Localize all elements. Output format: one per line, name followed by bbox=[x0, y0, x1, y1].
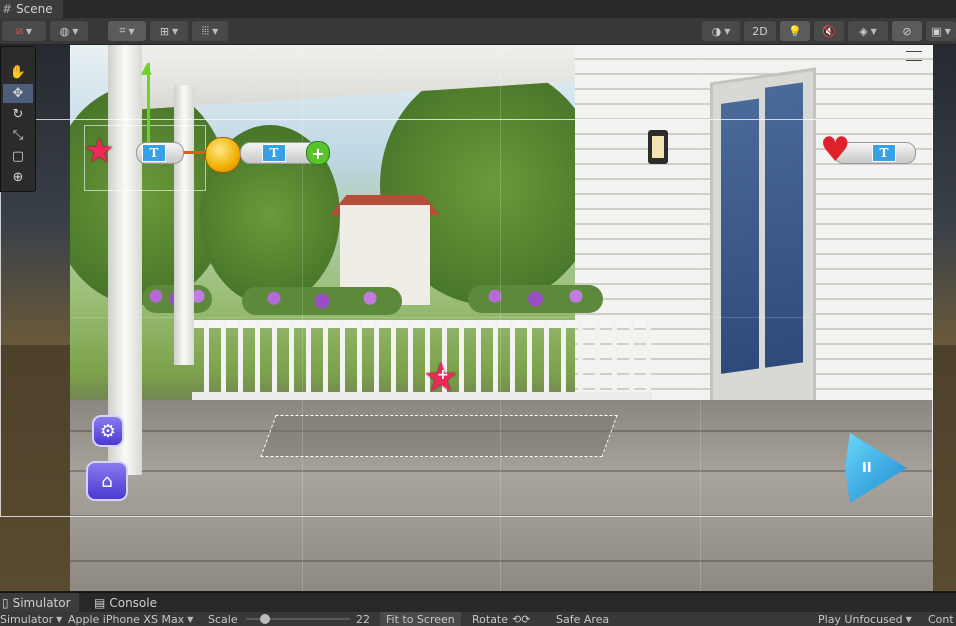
toggle-2d-label: 2D bbox=[752, 24, 768, 38]
transform-tool[interactable]: ⊕ bbox=[3, 168, 33, 187]
ruler-icon: ⦙⦙⦙ bbox=[201, 24, 210, 37]
scale-slider[interactable] bbox=[246, 612, 350, 626]
audio-toggle[interactable]: 🔇 bbox=[814, 21, 844, 41]
hand-tool[interactable]: ✋ bbox=[3, 63, 33, 82]
tab-console-label: Console bbox=[109, 596, 157, 610]
grid-snap-icon: ⌗ bbox=[119, 24, 126, 37]
audio-mute-icon: 🔇 bbox=[822, 24, 836, 38]
hidden-eye-icon: ⊘ bbox=[902, 24, 912, 38]
scale-label-text: Scale bbox=[208, 612, 238, 626]
editor-tab-bar: # Scene bbox=[0, 0, 956, 19]
tool-palette: ✋ ✥ ↻ ⤡ ▢ ⊕ bbox=[0, 46, 36, 192]
rotate-label: Rotate bbox=[472, 612, 509, 626]
control-label: Cont bbox=[928, 612, 954, 626]
home-icon: ⌂ bbox=[101, 470, 113, 492]
camera-icon: ▣ bbox=[931, 24, 942, 38]
effects-dropdown[interactable]: ◈ ▼ bbox=[848, 21, 888, 41]
safe-area-toggle[interactable]: Safe Area bbox=[556, 612, 609, 626]
transform-icon: ⊕ bbox=[12, 170, 24, 185]
settings-button[interactable]: ⚙ bbox=[92, 415, 124, 447]
tab-console[interactable]: ▤ Console bbox=[94, 593, 157, 613]
layers-icon: ◈ bbox=[859, 24, 868, 38]
hash-icon: # bbox=[2, 2, 13, 16]
visibility-toggle[interactable]: ⊘ bbox=[892, 21, 922, 41]
rotate-tool[interactable]: ↻ bbox=[3, 105, 33, 124]
render-mode-dropdown[interactable]: ◑ ▼ bbox=[702, 21, 740, 41]
move-tool[interactable]: ✥ bbox=[3, 84, 33, 103]
add-star-plus-icon: + bbox=[437, 367, 449, 383]
simulator-mode-dropdown[interactable]: Simulator ▼ bbox=[0, 612, 62, 626]
rect-tool[interactable]: ▢ bbox=[3, 147, 33, 166]
lighting-toggle[interactable]: 💡 bbox=[780, 21, 810, 41]
heart-icon: ♥ bbox=[820, 130, 851, 170]
scale-label: Scale bbox=[208, 612, 238, 626]
toggle-2d-button[interactable]: 2D bbox=[744, 21, 776, 41]
lightbulb-icon: 💡 bbox=[788, 24, 802, 38]
bottom-tab-bar: ▯ Simulator ▤ Console bbox=[0, 592, 956, 613]
scale-slider-handle[interactable] bbox=[260, 614, 270, 624]
control-dropdown[interactable]: Cont bbox=[928, 612, 954, 626]
draw-mode-dropdown[interactable]: ⧄ ▼ bbox=[2, 21, 46, 41]
scale-tool[interactable]: ⤡ bbox=[3, 126, 33, 145]
tab-simulator[interactable]: ▯ Simulator bbox=[0, 593, 79, 613]
rotate-button[interactable]: Rotate ⟲ ⟳ bbox=[472, 612, 530, 626]
grid-snap-dropdown[interactable]: ⌗ ▼ bbox=[108, 21, 146, 41]
ruler-dropdown[interactable]: ⦙⦙⦙ ▼ bbox=[192, 21, 228, 41]
circle-shading-icon: ◑ bbox=[711, 24, 722, 38]
overlay-menu-icon[interactable] bbox=[906, 51, 922, 61]
scene-viewport[interactable]: ★ ▲ ▶ T T + ♥ T ★ + ⚙ ⌂ II bbox=[0, 45, 956, 591]
tab-simulator-label: Simulator bbox=[12, 596, 71, 610]
star-counter-text[interactable]: T bbox=[142, 144, 166, 162]
tab-scene[interactable]: # Scene bbox=[0, 0, 63, 18]
home-button[interactable]: ⌂ bbox=[86, 461, 128, 501]
scene-toolbar: ⧄ ▼ ◍ ▼ ⌗ ▼ ⊞ ▼ ⦙⦙⦙ ▼ ◑ ▼ 2D 💡 🔇 ◈ ▼ ⊘ ▣ ▼ bbox=[0, 18, 956, 45]
simulator-toolbar: Simulator ▼ Apple iPhone XS Max ▼ Scale 22… bbox=[0, 612, 956, 626]
rotate-right-icon: ⟳ bbox=[521, 612, 531, 626]
fit-to-screen-button[interactable]: Fit to Screen bbox=[380, 612, 461, 626]
camera-dropdown[interactable]: ▣ ▼ bbox=[926, 21, 956, 41]
device-dropdown[interactable]: Apple iPhone XS Max ▼ bbox=[68, 612, 193, 626]
globe-icon: ◍ bbox=[59, 24, 70, 38]
shading-mode-icon: ⧄ bbox=[15, 24, 23, 37]
move-gizmo-y-arrow-icon[interactable]: ▲ bbox=[141, 61, 152, 77]
simulator-mode-label: Simulator bbox=[0, 612, 54, 626]
gear-icon: ⚙ bbox=[99, 420, 117, 442]
rotate-left-icon: ⟲ bbox=[512, 612, 522, 626]
move-icon: ✥ bbox=[12, 86, 24, 101]
device-label: Apple iPhone XS Max bbox=[68, 612, 185, 626]
increment-snap-icon: ⊞ bbox=[159, 24, 170, 38]
rect-icon: ▢ bbox=[11, 149, 25, 164]
fit-to-screen-label: Fit to Screen bbox=[386, 612, 455, 626]
lives-counter-text[interactable]: T bbox=[872, 144, 896, 162]
increment-snap-dropdown[interactable]: ⊞ ▼ bbox=[150, 21, 188, 41]
coin-icon bbox=[205, 137, 241, 173]
play-button-label: II bbox=[862, 461, 872, 476]
safe-area-label: Safe Area bbox=[556, 612, 610, 626]
play-focus-dropdown[interactable]: Play Unfocused ▼ bbox=[818, 612, 912, 626]
rotate-icon: ↻ bbox=[12, 107, 24, 122]
scale-value[interactable]: 22 bbox=[356, 612, 370, 626]
tab-scene-label: Scene bbox=[16, 2, 53, 16]
hand-icon: ✋ bbox=[9, 65, 27, 80]
add-coins-button[interactable]: + bbox=[306, 141, 330, 165]
scale-icon: ⤡ bbox=[12, 128, 24, 143]
gizmo-dropdown[interactable]: ◍ ▼ bbox=[50, 21, 88, 41]
scale-value-text: 22 bbox=[356, 612, 370, 626]
console-icon: ▤ bbox=[94, 596, 106, 610]
play-focus-label: Play Unfocused bbox=[818, 612, 903, 626]
device-icon: ▯ bbox=[2, 596, 9, 610]
coin-counter-text[interactable]: T bbox=[262, 144, 286, 162]
